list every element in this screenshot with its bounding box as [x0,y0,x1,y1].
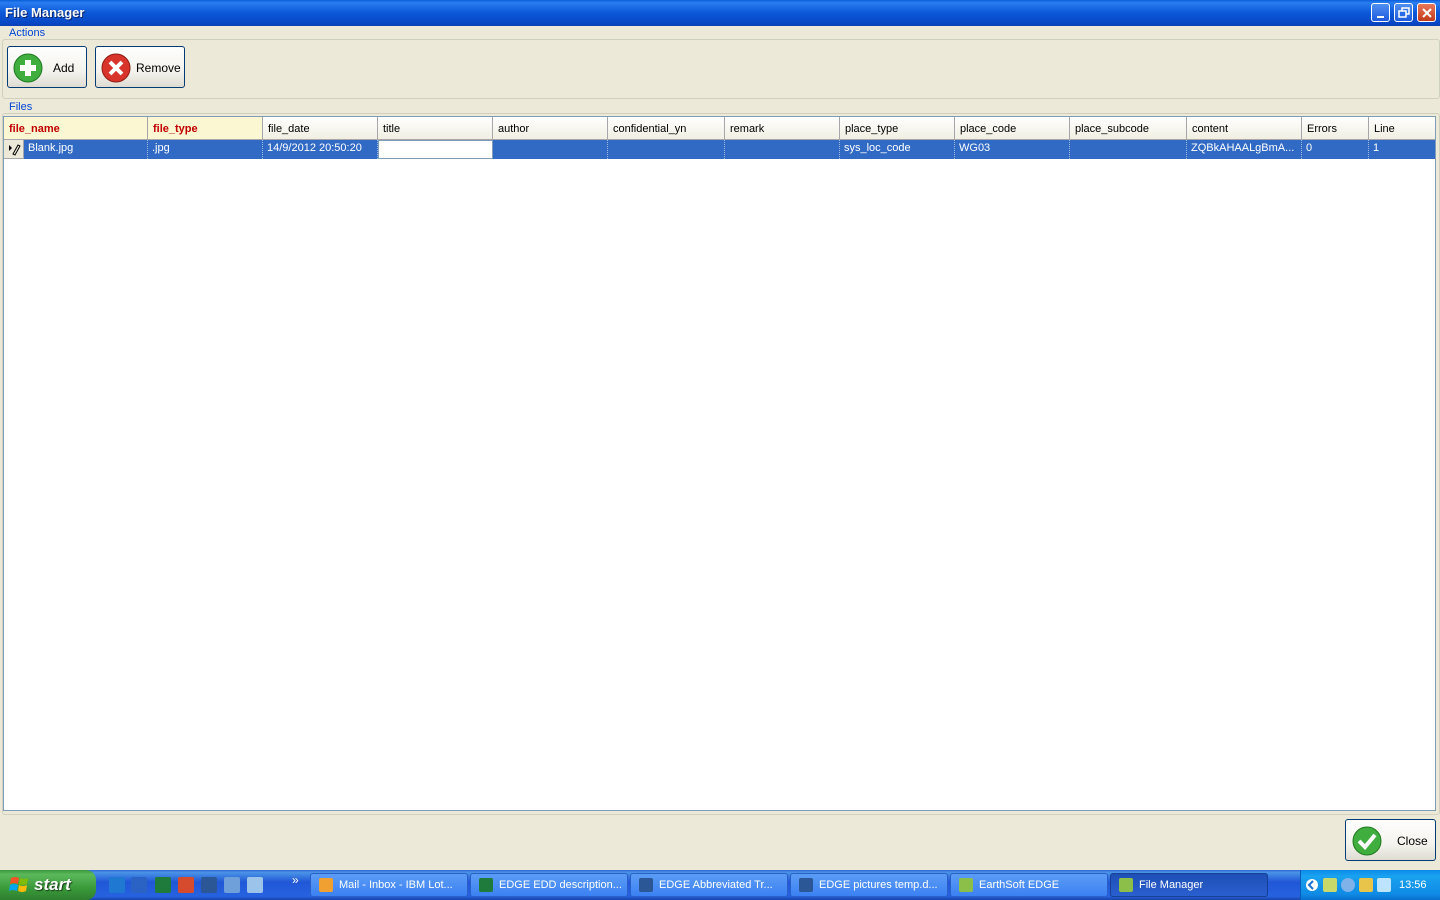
close-button[interactable]: Close [1345,819,1436,861]
edge-app-icon [959,878,973,892]
taskbar-item-edd-description[interactable]: EDGE EDD description... [470,873,628,897]
title-bar[interactable]: File Manager [0,0,1440,26]
expand-tray-icon[interactable] [1305,878,1319,892]
add-button[interactable]: Add [7,46,87,88]
window-title: File Manager [5,5,85,20]
column-header-author[interactable]: author [493,117,608,140]
taskbar-item-file-manager[interactable]: File Manager [1110,873,1268,897]
excel-quicklaunch-icon[interactable] [155,877,171,893]
column-header-errors[interactable]: Errors [1302,117,1369,140]
column-header-content[interactable]: content [1187,117,1302,140]
cell-place-code[interactable]: WG03 [955,140,1070,159]
taskbar-item-mail[interactable]: Mail - Inbox - IBM Lot... [310,873,468,897]
files-group-label: Files [7,101,35,113]
taskbar-item-label: EDGE EDD description... [499,879,622,891]
cell-errors[interactable]: 0 [1302,140,1369,159]
word-quicklaunch-icon[interactable] [201,877,217,893]
column-header-file-type[interactable]: file_type [148,117,263,140]
cell-file-name[interactable]: Blank.jpg [24,140,148,159]
column-header-confidential-yn[interactable]: confidential_yn [608,117,725,140]
word-icon [799,878,813,892]
taskbar-item-label: EDGE Abbreviated Tr... [659,879,773,891]
cell-author[interactable] [493,140,608,159]
start-button[interactable]: start [0,870,96,900]
column-header-place-type[interactable]: place_type [840,117,955,140]
show-desktop-icon[interactable] [247,877,263,893]
cell-content[interactable]: ZQBkAHAALgBmA... [1187,140,1302,159]
taskbar-item-earthsoft-edge[interactable]: EarthSoft EDGE [950,873,1108,897]
word-icon [639,878,653,892]
remove-button[interactable]: Remove [95,46,185,88]
cell-file-date[interactable]: 14/9/2012 20:50:20 [263,140,378,159]
cell-remark[interactable] [725,140,840,159]
actions-group-label: Actions [7,27,48,39]
cell-confidential-yn[interactable] [608,140,725,159]
clock[interactable]: 13:56 [1399,879,1427,891]
remove-icon [101,53,131,83]
acrobat-icon[interactable] [178,877,194,893]
taskbar-item-label: Mail - Inbox - IBM Lot... [339,879,453,891]
close-window-button[interactable] [1417,3,1436,22]
column-header-place-code[interactable]: place_code [955,117,1070,140]
taskbar-item-label: EarthSoft EDGE [979,879,1060,891]
cell-file-type[interactable]: .jpg [148,140,263,159]
taskbar-item-pictures-template[interactable]: EDGE pictures temp.d... [790,873,948,897]
edit-pencil-icon [9,144,21,156]
add-icon [13,53,43,83]
taskbar: start » Mail - Inbox - IBM Lot... EDGE E… [0,870,1440,900]
taskbar-item-abbreviated[interactable]: EDGE Abbreviated Tr... [630,873,788,897]
quicklaunch-more-button[interactable]: » [292,873,299,887]
actions-group [2,39,1440,99]
column-header-remark[interactable]: remark [725,117,840,140]
taskbar-item-label: File Manager [1139,879,1204,891]
excel-icon [479,878,493,892]
remove-label: Remove [136,61,181,75]
cell-title-editor[interactable] [378,140,493,159]
files-grid[interactable]: file_name file_type file_date title auth… [3,116,1436,811]
users-icon[interactable] [1341,878,1355,892]
add-label: Add [53,61,75,75]
wireless-icon[interactable] [1377,878,1391,892]
column-header-file-date[interactable]: file_date [263,117,378,140]
grid-header: file_name file_type file_date title auth… [4,117,1435,140]
windows-explorer-icon[interactable] [224,877,240,893]
row-header[interactable] [4,140,24,159]
lotus-notes-icon [319,878,333,892]
cell-line[interactable]: 1 [1369,140,1435,159]
security-lock-icon[interactable] [1359,878,1373,892]
system-tray: 13:56 [1300,870,1440,900]
column-header-title[interactable]: title [378,117,493,140]
network-icon[interactable] [1323,878,1337,892]
close-icon [1422,8,1432,18]
column-header-place-subcode[interactable]: place_subcode [1070,117,1187,140]
close-label: Close [1397,834,1428,848]
minimize-icon [1377,16,1384,18]
column-header-file-name[interactable]: file_name [4,117,148,140]
table-row[interactable]: Blank.jpg .jpg 14/9/2012 20:50:20 sys_lo… [4,140,1435,159]
cell-place-type[interactable]: sys_loc_code [840,140,955,159]
cell-place-subcode[interactable] [1070,140,1187,159]
edge-app-icon [1119,878,1133,892]
windows-logo-icon [9,877,28,892]
checkmark-icon [1352,826,1382,856]
restore-button[interactable] [1394,3,1413,22]
taskbar-item-label: EDGE pictures temp.d... [819,879,938,891]
minimize-button[interactable] [1371,3,1390,22]
outlook-icon[interactable] [131,877,147,893]
restore-icon [1398,7,1410,18]
column-header-line[interactable]: Line [1369,117,1435,140]
internet-explorer-icon[interactable] [109,877,125,893]
start-label: start [34,875,71,894]
